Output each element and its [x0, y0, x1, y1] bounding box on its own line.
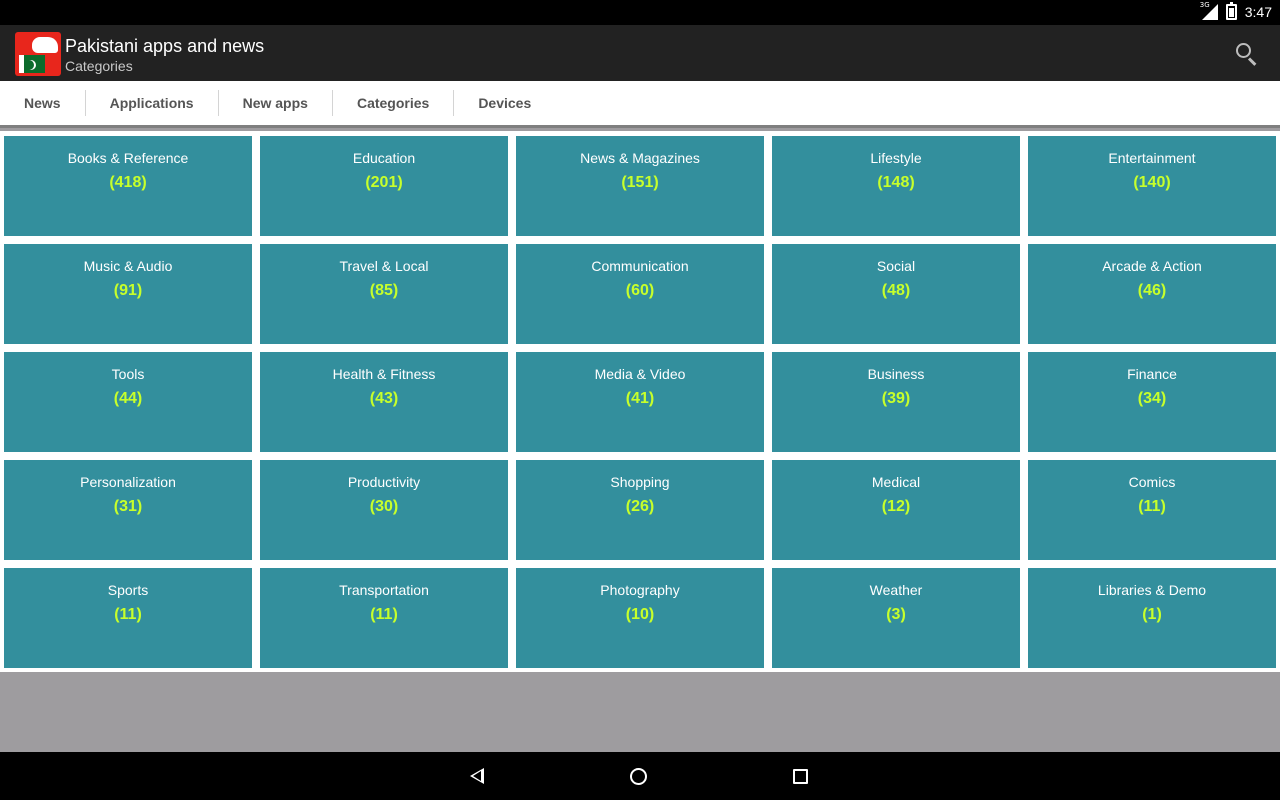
status-bar: 3G 3:47: [0, 0, 1280, 25]
category-count: (201): [365, 174, 403, 191]
category-tile[interactable]: Productivity (30): [260, 460, 508, 560]
category-name: Tools: [111, 366, 145, 382]
app-logo-icon[interactable]: [15, 32, 61, 76]
category-count: (43): [369, 390, 399, 407]
category-name: Business: [867, 366, 925, 382]
category-name: Communication: [591, 258, 689, 274]
category-tile[interactable]: Travel & Local (85): [260, 244, 508, 344]
category-count: (30): [369, 498, 399, 515]
category-name: Education: [352, 150, 416, 166]
back-icon[interactable]: [470, 768, 484, 784]
category-count: (31): [113, 498, 143, 515]
tab-news[interactable]: News: [0, 90, 86, 116]
action-bar: Pakistani apps and news Categories: [0, 25, 1280, 81]
category-tile[interactable]: News & Magazines (151): [516, 136, 764, 236]
category-count: (140): [1133, 174, 1171, 191]
home-icon[interactable]: [630, 768, 647, 785]
category-tile[interactable]: Entertainment (140): [1028, 136, 1276, 236]
category-name: Personalization: [80, 474, 176, 490]
category-count: (151): [621, 174, 659, 191]
category-tile[interactable]: Weather (3): [772, 568, 1020, 668]
battery-icon: [1225, 2, 1237, 20]
category-count: (34): [1137, 390, 1167, 407]
category-tile[interactable]: Business (39): [772, 352, 1020, 452]
tab-new-apps[interactable]: New apps: [219, 90, 333, 116]
category-tile[interactable]: Lifestyle (148): [772, 136, 1020, 236]
category-count: (44): [113, 390, 143, 407]
category-tile[interactable]: Finance (34): [1028, 352, 1276, 452]
tab-applications[interactable]: Applications: [86, 90, 219, 116]
category-name: Arcade & Action: [1102, 258, 1202, 274]
category-tile[interactable]: Libraries & Demo (1): [1028, 568, 1276, 668]
category-tile[interactable]: Music & Audio (91): [4, 244, 252, 344]
category-count: (11): [370, 606, 398, 623]
category-count: (148): [877, 174, 915, 191]
category-name: Photography: [600, 582, 680, 598]
app-title: Pakistani apps and news: [65, 36, 265, 56]
category-name: Books & Reference: [67, 150, 189, 166]
network-type: 3G: [1199, 1, 1210, 9]
category-name: Productivity: [347, 474, 421, 490]
category-tile[interactable]: Communication (60): [516, 244, 764, 344]
category-tile[interactable]: Photography (10): [516, 568, 764, 668]
category-count: (48): [881, 282, 911, 299]
category-name: Sports: [107, 582, 149, 598]
category-count: (3): [886, 606, 906, 623]
category-name: Shopping: [610, 474, 670, 490]
category-name: Health & Fitness: [332, 366, 436, 382]
category-tile[interactable]: Transportation (11): [260, 568, 508, 668]
category-tile[interactable]: Books & Reference (418): [4, 136, 252, 236]
navigation-bar: [0, 752, 1280, 800]
category-name: Entertainment: [1108, 150, 1196, 166]
category-count: (41): [625, 390, 655, 407]
category-tile[interactable]: Comics (11): [1028, 460, 1276, 560]
signal-icon: 3G: [1199, 1, 1218, 20]
category-grid: Books & Reference (418) Education (201) News…: [0, 131, 1280, 672]
search-icon[interactable]: [1234, 41, 1260, 67]
category-tile[interactable]: Sports (11): [4, 568, 252, 668]
category-name: Travel & Local: [339, 258, 429, 274]
category-tile[interactable]: Shopping (26): [516, 460, 764, 560]
category-name: Weather: [869, 582, 923, 598]
category-name: Transportation: [339, 582, 429, 598]
category-count: (91): [113, 282, 143, 299]
category-tile[interactable]: Personalization (31): [4, 460, 252, 560]
category-count: (1): [1142, 606, 1162, 623]
category-tile[interactable]: Tools (44): [4, 352, 252, 452]
category-count: (26): [625, 498, 655, 515]
category-name: Comics: [1128, 474, 1176, 490]
recent-apps-icon[interactable]: [793, 769, 808, 784]
category-tile[interactable]: Social (48): [772, 244, 1020, 344]
category-name: Lifestyle: [870, 150, 922, 166]
category-name: News & Magazines: [580, 150, 700, 166]
category-tile[interactable]: Media & Video (41): [516, 352, 764, 452]
category-count: (39): [881, 390, 911, 407]
category-count: (11): [1138, 498, 1166, 515]
category-tile[interactable]: Medical (12): [772, 460, 1020, 560]
clock: 3:47: [1244, 4, 1272, 20]
category-name: Medical: [871, 474, 921, 490]
category-tile[interactable]: Health & Fitness (43): [260, 352, 508, 452]
action-bar-titles: Pakistani apps and news Categories: [65, 35, 264, 75]
category-name: Music & Audio: [83, 258, 173, 274]
category-count: (85): [369, 282, 399, 299]
tab-bar: News Applications New apps Categories De…: [0, 81, 1280, 128]
category-count: (60): [625, 282, 655, 299]
tab-categories[interactable]: Categories: [333, 90, 455, 116]
category-count: (12): [881, 498, 911, 515]
category-count: (11): [114, 606, 142, 623]
category-count: (46): [1137, 282, 1167, 299]
status-icons: 3G 3:47: [1199, 1, 1272, 20]
category-name: Media & Video: [594, 366, 686, 382]
tab-devices[interactable]: Devices: [454, 90, 555, 116]
category-name: Finance: [1127, 366, 1177, 382]
category-tile[interactable]: Arcade & Action (46): [1028, 244, 1276, 344]
category-tile[interactable]: Education (201): [260, 136, 508, 236]
category-name: Social: [876, 258, 916, 274]
app-subtitle: Categories: [65, 58, 133, 74]
category-count: (10): [625, 606, 655, 623]
category-count: (418): [109, 174, 147, 191]
category-name: Libraries & Demo: [1097, 582, 1207, 598]
